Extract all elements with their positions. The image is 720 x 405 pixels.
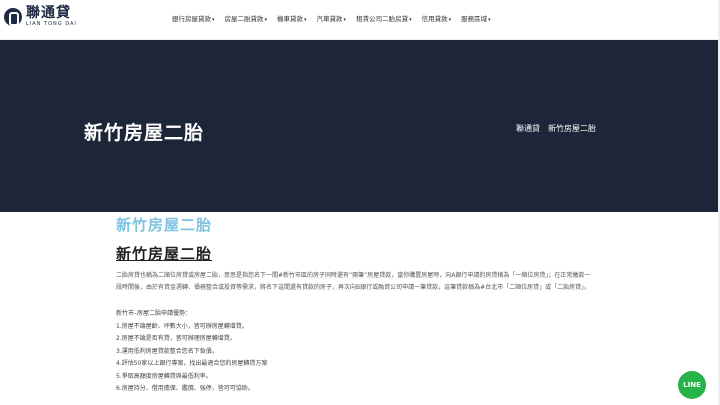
- chevron-down-icon: ▾: [264, 17, 268, 23]
- nav-item-car-loan[interactable]: 汽車貸款▾: [317, 13, 347, 23]
- nav-label: 信用貸款: [421, 15, 448, 23]
- nav-label: 租賃公司二胎房貸: [356, 15, 409, 23]
- nav-item-leasing-mortgage[interactable]: 租賃公司二胎房貸▾: [356, 13, 412, 23]
- chevron-down-icon: ▾: [488, 17, 491, 23]
- list-item: 1.房屋不論屋齡、坪數大小，皆可辦房屋轉增貸。: [116, 322, 248, 330]
- nav-label: 服務區域: [461, 15, 488, 23]
- chevron-down-icon: ▾: [409, 17, 412, 23]
- list-item: 6.房屋持分、借用擔保、鑑價、強停，皆可可協助。: [116, 385, 254, 392]
- nav-label: 汽車貸款: [316, 15, 343, 23]
- chevron-down-icon: ▾: [212, 17, 215, 23]
- article-content: 新竹房屋二胎 新竹房屋二胎 二胎房貸也稱為二順位房貸或房屋二胎，意思是指您名下一…: [116, 214, 596, 396]
- brand-logo[interactable]: 聯通貸 LIAN TONG DAI: [4, 6, 77, 27]
- nav-label: 房屋二胎貸款: [224, 15, 264, 23]
- nav-item-bank-mortgage[interactable]: 銀行房屋貸款▾: [172, 13, 215, 23]
- nav-item-service-area[interactable]: 服務區域▾: [461, 13, 491, 23]
- chevron-down-icon: ▾: [448, 17, 452, 23]
- nav-item-motorcycle-loan[interactable]: 機車貸款▾: [277, 13, 307, 23]
- nav-item-credit-loan[interactable]: 信用貸款▾: [422, 13, 452, 23]
- intro-paragraph: 二胎房貸也稱為二順位房貸或房屋二胎，意思是指您名下一間#新竹市區的房子同時還有“…: [116, 272, 591, 291]
- line-icon: LINE: [683, 381, 701, 389]
- list-item: 3.運用低利房屋貸款整合您名下負債。: [116, 347, 218, 355]
- nav-item-second-mortgage[interactable]: 房屋二胎貸款▾: [225, 13, 268, 23]
- logo-text: 聯通貸 LIAN TONG DAI: [26, 6, 77, 27]
- breadcrumb-current: 新竹房屋二胎: [548, 124, 596, 133]
- brand-name-cn: 聯通貸: [26, 5, 71, 21]
- nav-label: 機車貸款: [277, 15, 304, 23]
- site-header: 聯通貸 LIAN TONG DAI 銀行房屋貸款▾ 房屋二胎貸款▾ 機車貸款▾ …: [0, 0, 720, 40]
- advantages-heading: 新竹市–房屋二胎申請優勢：: [116, 310, 192, 317]
- list-item: 5.爭取高額度房屋轉貸與最低利率。: [116, 372, 212, 380]
- article-subtitle: 新竹房屋二胎: [116, 216, 213, 234]
- brand-name-en: LIAN TONG DAI: [26, 21, 77, 27]
- breadcrumb: 聯通貸 新竹房屋二胎: [516, 123, 604, 134]
- chevron-down-icon: ▾: [343, 17, 347, 23]
- breadcrumb-home-link[interactable]: 聯通貸: [516, 123, 540, 134]
- chevron-down-icon: ▾: [304, 17, 307, 23]
- main-nav: 銀行房屋貸款▾ 房屋二胎貸款▾ 機車貸款▾ 汽車貸款▾ 租賃公司二胎房貸▾ 信用…: [172, 13, 501, 23]
- hero-banner: 新竹房屋二胎 聯通貸 新竹房屋二胎: [0, 40, 720, 212]
- nav-label: 銀行房屋貸款: [172, 15, 211, 23]
- list-item: 2.房屋不論是否有貸，皆可辦理房屋轉增貸。: [116, 335, 236, 342]
- page-title: 新竹房屋二胎: [84, 122, 205, 144]
- line-chat-button[interactable]: LINE: [678, 371, 706, 399]
- list-item: 4.評估50家以上銀行專案，找出最適合您的房屋轉貸方案: [116, 360, 268, 367]
- article-title: 新竹房屋二胎: [116, 245, 213, 263]
- logo-icon: [4, 7, 22, 26]
